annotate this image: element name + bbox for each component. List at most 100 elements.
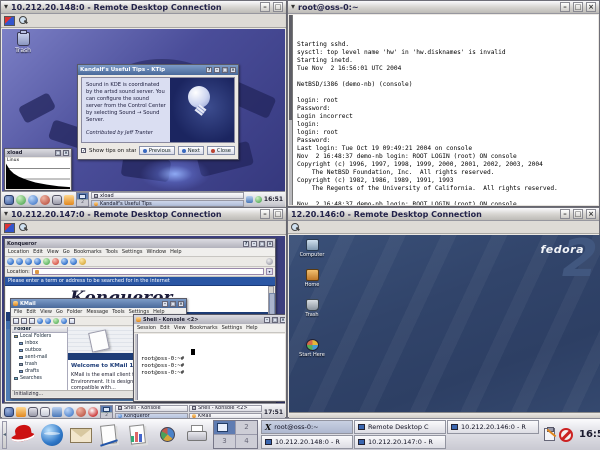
konsole-terminal[interactable]: root@oss-0:~#root@oss-0:~#root@oss-0:~#	[135, 334, 285, 400]
pager-cell-2[interactable]: 2	[236, 421, 257, 434]
menu-item[interactable]: Folder	[67, 309, 82, 315]
next-button[interactable]: Next	[178, 146, 204, 155]
menu-item[interactable]: Bookmarks	[74, 249, 102, 255]
reload-icon[interactable]	[43, 258, 50, 265]
menu-item[interactable]: View	[40, 309, 52, 315]
desktop-icon-home[interactable]: Home	[293, 269, 331, 288]
maximize-button[interactable]: □	[573, 2, 583, 12]
task-terminal[interactable]: Xroot@oss-0:~	[261, 420, 353, 434]
address-book-icon[interactable]	[69, 318, 75, 324]
folder-pane[interactable]: Folder Local Folders inbox outbox sent-m…	[12, 327, 68, 390]
menu-item[interactable]: Go	[63, 249, 70, 255]
menu-item[interactable]: Window	[146, 249, 166, 255]
terminal-body[interactable]: Starting sshd.sysctl: top level name 'hw…	[289, 15, 598, 205]
previous-button[interactable]: Previous	[139, 146, 175, 155]
menu-item[interactable]: Session	[137, 325, 156, 331]
desktop-icon-trash[interactable]: Trash	[293, 299, 331, 318]
rdc-fullscreen-icon[interactable]	[4, 223, 15, 233]
presentation-icon[interactable]	[126, 422, 152, 448]
kmail-icon[interactable]	[76, 407, 86, 417]
help-button[interactable]: ?	[243, 241, 249, 247]
task-rdc-146[interactable]: 10.212.20.146:0 - R	[447, 420, 539, 434]
maximize-button[interactable]: □	[222, 67, 228, 73]
help-button[interactable]: ?	[206, 67, 212, 73]
window-menu-icon[interactable]: ▾	[291, 3, 295, 11]
globe-blue-icon[interactable]	[28, 195, 38, 205]
back-icon[interactable]	[7, 258, 14, 265]
minimize-button[interactable]: –	[260, 209, 270, 219]
window-menu-icon[interactable]: ▾	[4, 210, 8, 218]
pager-cell-4[interactable]: 4	[236, 435, 257, 448]
maximize-button[interactable]: □	[273, 2, 283, 12]
stop-icon[interactable]	[52, 258, 59, 265]
home-folder-icon[interactable]	[52, 407, 62, 417]
reply-icon[interactable]	[45, 318, 51, 324]
task-konsole-1[interactable]: Shell - Konsole	[115, 405, 188, 412]
desktop-icon-computer[interactable]: Computer	[293, 239, 331, 258]
k-menu-icon[interactable]	[4, 407, 14, 417]
close-button[interactable]: ×	[267, 241, 273, 247]
gear-red-icon[interactable]	[40, 195, 50, 205]
show-tips-checkbox[interactable]: ✓	[81, 148, 86, 153]
menu-item[interactable]: Edit	[26, 309, 36, 315]
zoom-icon[interactable]	[19, 223, 28, 232]
network-alert-icon[interactable]	[559, 428, 573, 442]
new-message-icon[interactable]	[13, 318, 19, 324]
maximize-button[interactable]: □	[259, 241, 265, 247]
konqueror-titlebar[interactable]: Konqueror ? – □ ×	[5, 239, 275, 248]
print-icon[interactable]	[61, 258, 68, 265]
word-processor-icon[interactable]	[97, 422, 123, 448]
web-browser-icon[interactable]	[39, 422, 65, 448]
rdc-fullscreen-icon[interactable]	[4, 16, 15, 26]
menu-item[interactable]: Tools	[112, 309, 124, 315]
maximize-button[interactable]: □	[273, 209, 283, 219]
close-button[interactable]: Close	[207, 146, 235, 155]
find-icon[interactable]	[70, 258, 77, 265]
task-rdc-147[interactable]: 10.212.20.147:0 - R	[354, 435, 446, 449]
red-hat-menu-icon[interactable]	[10, 422, 36, 448]
menu-item[interactable]: Edit	[33, 249, 43, 255]
menu-item[interactable]: Go	[56, 309, 63, 315]
files-icon[interactable]	[16, 407, 26, 417]
up-icon[interactable]	[25, 258, 32, 265]
globe-green-icon[interactable]	[16, 195, 26, 205]
menu-item[interactable]: Tools	[106, 249, 118, 255]
menu-item[interactable]: Settings	[222, 325, 243, 331]
tray-clipboard-icon[interactable]	[255, 196, 262, 203]
menu-item[interactable]: Edit	[160, 325, 170, 331]
pager-cell-2[interactable]: 2	[77, 200, 88, 206]
ktip-titlebar[interactable]: Kandalf's Useful Tips - KTip ? – □ ×	[78, 65, 238, 75]
kmail-titlebar[interactable]: KMail – □ ×	[11, 299, 186, 308]
close-button[interactable]: ×	[178, 301, 184, 307]
titlebar-rdc-147[interactable]: ▾ 10.212.20.147:0 - Remote Desktop Conne…	[1, 208, 286, 221]
home-icon[interactable]	[34, 258, 41, 265]
titlebar-rdc-146[interactable]: 12.20.146:0 - Remote Desktop Connection …	[288, 208, 599, 221]
minimize-button[interactable]: –	[560, 2, 570, 12]
minimize-button[interactable]: –	[260, 2, 270, 12]
menu-item[interactable]: View	[174, 325, 186, 331]
pager-cell-1[interactable]	[77, 193, 88, 199]
menu-item[interactable]: Message	[86, 309, 108, 315]
xload-titlebar[interactable]: xload □ ×	[5, 149, 71, 157]
close-button[interactable]: ×	[586, 2, 596, 12]
location-dropdown-icon[interactable]: ▾	[266, 268, 273, 275]
desktop-icon-start-here[interactable]: Start Here	[293, 339, 331, 358]
window-menu-icon[interactable]: ▾	[4, 3, 8, 11]
printer-icon[interactable]	[184, 422, 210, 448]
pager-cell-3[interactable]: 3	[214, 435, 235, 448]
maximize-button[interactable]: □	[573, 209, 583, 219]
k-menu-icon[interactable]	[4, 195, 14, 205]
maximize-button[interactable]: □	[170, 301, 176, 307]
task-xload[interactable]: xload	[91, 192, 244, 199]
zoom-icon[interactable]	[19, 16, 28, 25]
close-button[interactable]: ×	[230, 67, 236, 73]
zoom-icon[interactable]	[291, 223, 300, 232]
konqueror-icon[interactable]	[64, 407, 74, 417]
minimize-button[interactable]: –	[560, 209, 570, 219]
forward-icon[interactable]	[53, 318, 59, 324]
close-button[interactable]: ×	[63, 150, 69, 156]
titlebar-terminal[interactable]: ▾ root@oss-0:~ – □ ×	[288, 1, 599, 14]
menu-item[interactable]: Location	[8, 249, 29, 255]
menu-item[interactable]: Help	[246, 325, 257, 331]
task-ktip[interactable]: Kandalf's Useful Tips	[91, 200, 244, 207]
